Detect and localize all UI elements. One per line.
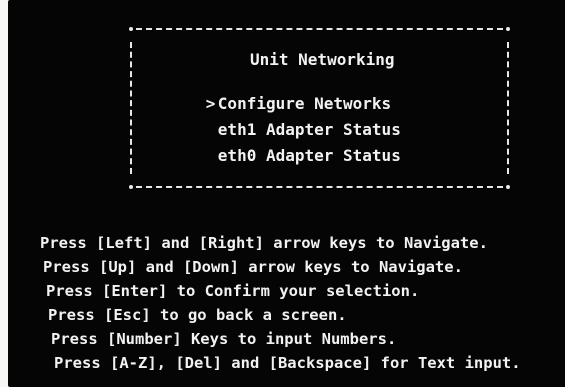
help-line-navigate-left-right: Press [Left] and [Right] arrow keys to N…	[40, 234, 488, 252]
menu-corner-top-left	[129, 27, 133, 31]
menu-item-label: eth0 Adapter Status	[217, 146, 401, 165]
menu-item-eth0-adapter-status[interactable]: eth0 Adapter Status	[148, 132, 401, 180]
help-line-number-keys: Press [Number] Keys to input Numbers.	[51, 330, 397, 348]
menu-border-left	[130, 42, 132, 174]
help-line-esc-back: Press [Esc] to go back a screen.	[48, 306, 347, 324]
help-line-enter-confirm: Press [Enter] to Confirm your selection.	[46, 282, 420, 300]
menu-corner-bottom-left	[129, 185, 133, 189]
menu-corner-bottom-right	[506, 185, 510, 189]
menu-border-bottom	[136, 186, 503, 188]
menu-border-top	[136, 28, 503, 30]
menu-title: Unit Networking	[250, 50, 395, 69]
menu-border-right	[507, 42, 509, 174]
menu-corner-top-right	[506, 27, 510, 31]
help-line-text-input: Press [A-Z], [Del] and [Backspace] for T…	[54, 354, 521, 372]
terminal-screen: Unit Networking > Configure Networks eth1…	[8, 0, 565, 387]
menu-dialog: Unit Networking > Configure Networks eth1…	[129, 27, 510, 189]
help-line-navigate-up-down: Press [Up] and [Down] arrow keys to Navi…	[43, 258, 463, 276]
